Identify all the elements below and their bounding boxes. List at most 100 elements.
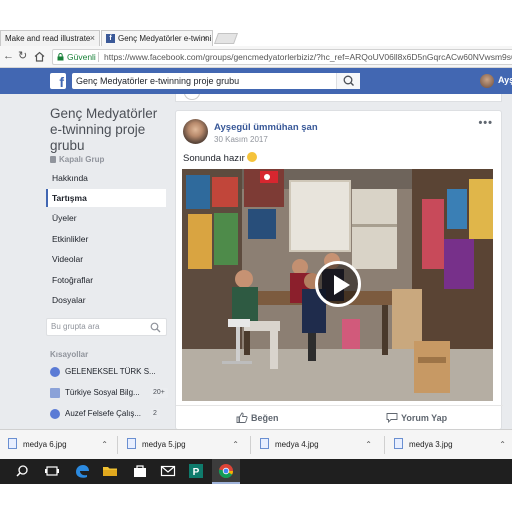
- post-text: Sonunda hazır: [183, 152, 257, 164]
- smile-emoji-icon: [246, 152, 257, 162]
- browser-tab-facebook[interactable]: f Genç Medyatörler e-twinni ×: [101, 30, 213, 46]
- facebook-logo-icon[interactable]: f: [50, 73, 66, 90]
- close-icon[interactable]: ×: [90, 31, 95, 46]
- post-date[interactable]: 30 Kasım 2017: [214, 135, 268, 144]
- group-nav-photos[interactable]: Fotoğraflar: [46, 271, 166, 289]
- shortcut-item[interactable]: Türkiye Sosyal Bilg... 20+: [50, 385, 168, 401]
- download-filename: medya 6.jpg: [23, 440, 67, 449]
- tab-title: Make and read illustrate: [5, 34, 91, 43]
- like-label: Beğen: [251, 413, 279, 423]
- like-button[interactable]: Beğen: [236, 412, 279, 423]
- file-explorer-icon[interactable]: [102, 463, 118, 479]
- lock-icon: [57, 53, 64, 61]
- notification-badge: 2: [150, 409, 160, 419]
- address-bar[interactable]: Güvenli https://www.facebook.com/groups/…: [52, 49, 512, 65]
- divider: [384, 436, 385, 454]
- group-nav-videos[interactable]: Videolar: [46, 250, 166, 268]
- search-icon: [150, 322, 161, 333]
- browser-tab-strip: Make and read illustrate × f Genç Medyat…: [0, 0, 512, 46]
- divider: [250, 436, 251, 454]
- edge-icon[interactable]: [74, 463, 90, 479]
- download-item[interactable]: medya 4.jpg ⌃: [260, 438, 372, 452]
- search-icon[interactable]: [14, 463, 30, 479]
- privacy-label: Kapalı Grup: [59, 155, 105, 164]
- group-nav-members[interactable]: Üyeler: [46, 209, 166, 227]
- task-view-icon[interactable]: [44, 463, 60, 479]
- facebook-search-input[interactable]: Genç Medyatörler e-twinning proje grubu: [72, 73, 360, 89]
- avatar[interactable]: [183, 119, 208, 144]
- publisher-icon[interactable]: P: [188, 463, 204, 479]
- image-file-icon: [8, 438, 17, 449]
- download-bar: medya 6.jpg ⌃ medya 5.jpg ⌃ medya 4.jpg …: [0, 429, 512, 459]
- search-button[interactable]: [336, 73, 360, 89]
- home-icon[interactable]: [34, 51, 45, 62]
- group-nav-events[interactable]: Etkinlikler: [46, 230, 166, 248]
- group-nav-discussion[interactable]: Tartışma: [46, 189, 166, 207]
- chrome-icon[interactable]: [218, 463, 234, 479]
- play-button[interactable]: [315, 261, 361, 307]
- tab-title: Genç Medyatörler e-twinni: [118, 34, 212, 43]
- shortcut-label: Auzef Felsefe Çalış...: [65, 409, 142, 418]
- browser-tab-illustrated[interactable]: Make and read illustrate ×: [0, 30, 100, 46]
- post-actions: Beğen Yorum Yap: [176, 405, 503, 429]
- profile-name[interactable]: Ayşe: [498, 75, 512, 85]
- chevron-up-icon[interactable]: ⌃: [101, 438, 108, 452]
- facebook-header: f Genç Medyatörler e-twinning proje grub…: [0, 68, 512, 94]
- search-placeholder: Bu grupta ara: [51, 322, 100, 331]
- group-nav-files[interactable]: Dosyalar: [46, 291, 166, 309]
- group-privacy: Kapalı Grup: [50, 155, 104, 164]
- new-tab-button[interactable]: [213, 33, 239, 44]
- shortcuts-header: Kısayollar: [50, 350, 89, 359]
- avatar[interactable]: [480, 74, 494, 88]
- taskbar: P: [0, 459, 512, 484]
- reload-icon[interactable]: ↻: [18, 50, 27, 63]
- close-icon[interactable]: ×: [203, 31, 208, 46]
- search-icon: [343, 75, 354, 86]
- image-file-icon: [127, 438, 136, 449]
- image-file-icon: [260, 438, 269, 449]
- image-file-icon: [394, 438, 403, 449]
- post-author[interactable]: Ayşegül ümmühan şan: [214, 122, 318, 133]
- chevron-up-icon[interactable]: ⌃: [232, 438, 239, 452]
- comment-label: Yorum Yap: [401, 413, 448, 423]
- avatar: [184, 94, 200, 100]
- post-card: Ayşegül ümmühan şan 30 Kasım 2017 ••• So…: [175, 110, 503, 429]
- download-filename: medya 5.jpg: [142, 440, 186, 449]
- bottom-margin: [0, 484, 512, 512]
- facebook-favicon-icon: f: [106, 34, 115, 43]
- download-item[interactable]: medya 3.jpg ⌃: [394, 438, 506, 452]
- page-icon: [50, 388, 60, 398]
- divider: [98, 52, 99, 62]
- url-text[interactable]: https://www.facebook.com/groups/gencmedy…: [104, 50, 512, 64]
- download-item[interactable]: medya 5.jpg ⌃: [127, 438, 239, 452]
- notification-badge: 20+: [150, 388, 168, 398]
- post-video[interactable]: [182, 169, 493, 401]
- comment-button[interactable]: Yorum Yap: [386, 412, 448, 424]
- shortcut-item[interactable]: GELENEKSEL TÜRK S...: [50, 364, 168, 380]
- shortcut-item[interactable]: Auzef Felsefe Çalış... 2: [50, 406, 168, 422]
- thumbs-up-icon: [236, 412, 248, 423]
- group-search-input[interactable]: Bu grupta ara: [46, 318, 167, 336]
- download-filename: medya 3.jpg: [409, 440, 453, 449]
- browser-toolbar: ← ↻ Güvenli https://www.facebook.com/gro…: [0, 46, 512, 68]
- shortcut-label: Türkiye Sosyal Bilg...: [65, 388, 140, 397]
- divider: [117, 436, 118, 454]
- previous-post-edge: [175, 94, 502, 102]
- group-nav-about[interactable]: Hakkında: [46, 169, 166, 187]
- more-icon[interactable]: •••: [478, 117, 493, 129]
- shortcut-label: GELENEKSEL TÜRK S...: [65, 367, 156, 376]
- comment-icon: [386, 413, 398, 424]
- play-icon: [334, 275, 350, 295]
- group-icon: [50, 367, 60, 377]
- back-arrow-icon[interactable]: ←: [3, 50, 14, 63]
- group-icon: [50, 409, 60, 419]
- download-item[interactable]: medya 6.jpg ⌃: [8, 438, 108, 452]
- store-icon[interactable]: [132, 463, 148, 479]
- lock-icon: [50, 156, 56, 163]
- page-body: Genç Medyatörler e-twinning proje grubu …: [0, 94, 512, 429]
- post-text-content: Sonunda hazır: [183, 153, 245, 164]
- mail-icon[interactable]: [160, 463, 176, 479]
- chevron-up-icon[interactable]: ⌃: [499, 438, 506, 452]
- chevron-up-icon[interactable]: ⌃: [365, 438, 372, 452]
- group-title[interactable]: Genç Medyatörler e-twinning proje grubu: [50, 106, 170, 154]
